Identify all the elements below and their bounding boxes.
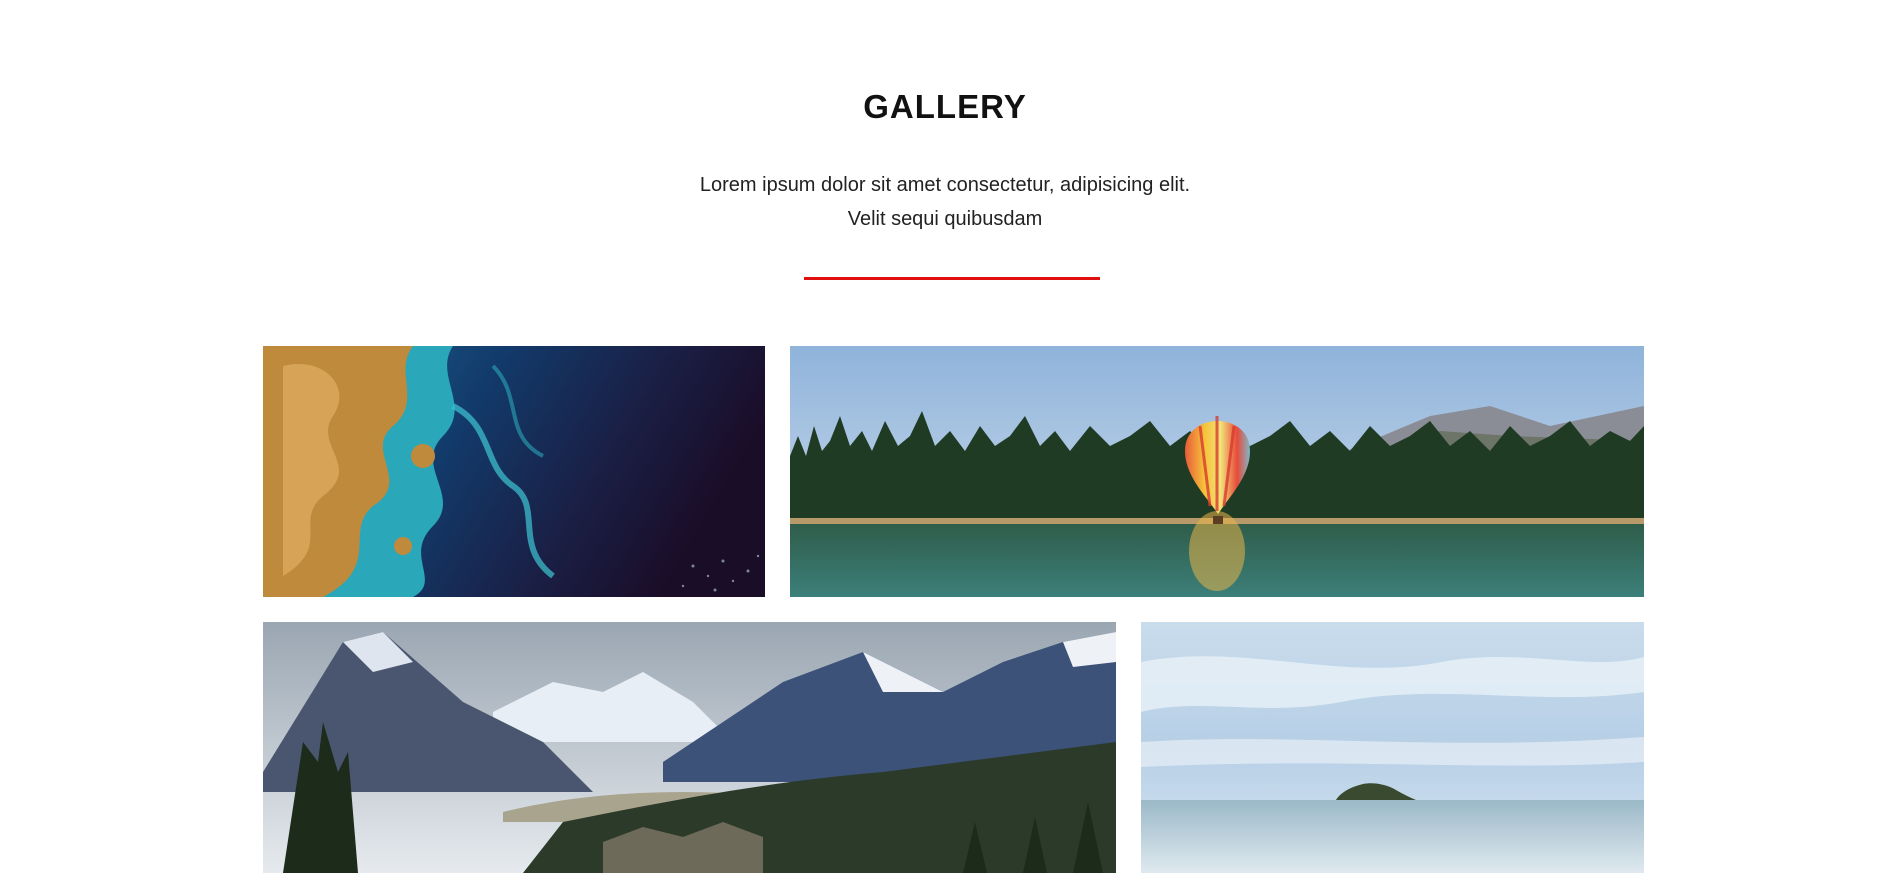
gallery-image-satellite-coast[interactable]	[263, 346, 765, 597]
gallery-subtitle: Lorem ipsum dolor sit amet consectetur, …	[0, 168, 1890, 236]
hot-air-balloon-image	[790, 346, 1644, 597]
subtitle-line-1: Lorem ipsum dolor sit amet consectetur, …	[699, 174, 1191, 196]
island-sea-image	[1141, 622, 1644, 873]
satellite-coast-image	[263, 346, 765, 597]
mountain-valley-image	[263, 622, 1116, 873]
gallery-image-hot-air-balloon[interactable]	[790, 346, 1644, 597]
gallery-image-mountain-valley[interactable]	[263, 622, 1116, 873]
subtitle-line-2: Velit sequi quibusdam	[847, 208, 1043, 230]
gallery-section: GALLERY Lorem ipsum dolor sit amet conse…	[0, 0, 1890, 890]
gallery-title: GALLERY	[863, 88, 1027, 125]
title-divider	[804, 277, 1100, 280]
gallery-image-island-sea[interactable]	[1141, 622, 1644, 873]
